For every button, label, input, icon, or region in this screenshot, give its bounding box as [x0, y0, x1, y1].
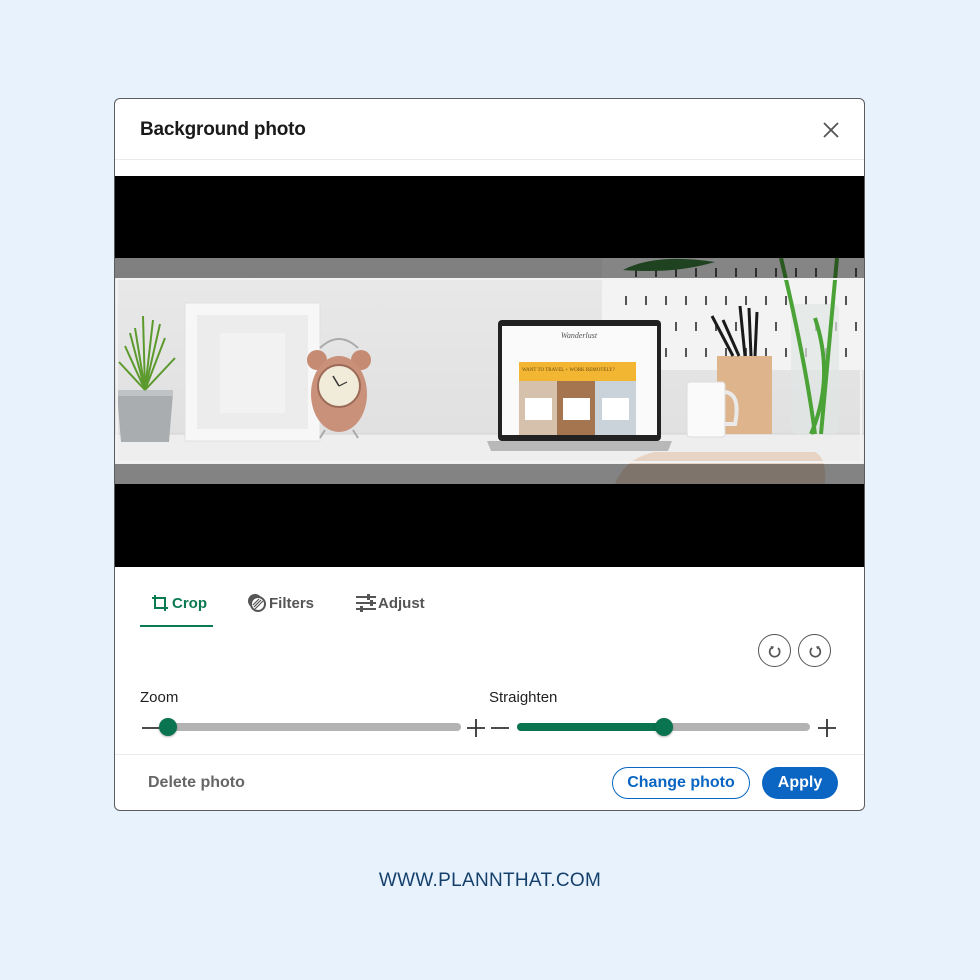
tab-crop-label: Crop: [172, 594, 207, 612]
close-button[interactable]: [820, 119, 842, 141]
crop-icon: [149, 592, 171, 614]
editor-tabs: Crop Filters Adjust: [140, 581, 425, 627]
rotate-counterclockwise-icon: [768, 645, 780, 658]
straighten-label: Straighten: [489, 689, 558, 706]
zoom-out-button[interactable]: [140, 717, 160, 739]
background-photo-dialog: Background photo Wanderlust WANT TO TRAV…: [114, 98, 865, 811]
zoom-slider: [140, 717, 490, 739]
straighten-increase-button[interactable]: [817, 717, 837, 739]
dialog-header: Background photo: [115, 99, 864, 160]
straighten-thumb[interactable]: [654, 718, 673, 736]
zoom-label: Zoom: [140, 689, 179, 706]
rotate-right-button[interactable]: [798, 634, 831, 667]
straighten-fill: [517, 723, 664, 731]
watermark-url: WWW.PLANNTHAT.COM: [378, 870, 602, 891]
dialog-footer: Delete photo Change photo Apply: [115, 754, 864, 810]
tab-crop[interactable]: Crop: [140, 581, 213, 627]
straighten-slider: [490, 717, 840, 739]
minus-icon: [142, 727, 160, 729]
tab-filters-label: Filters: [269, 594, 315, 612]
straighten-track[interactable]: [517, 718, 810, 736]
zoom-track[interactable]: [159, 718, 461, 736]
tab-adjust[interactable]: Adjust: [355, 581, 425, 625]
zoom-in-button[interactable]: [466, 717, 486, 739]
filters-icon: [246, 592, 268, 614]
dialog-title: Background photo: [140, 119, 306, 140]
change-photo-button[interactable]: Change photo: [612, 767, 750, 799]
close-icon: [823, 122, 839, 138]
straighten-decrease-button[interactable]: [490, 717, 510, 739]
photo-editor-canvas[interactable]: Wanderlust WANT TO TRAVEL + WORK REMOTEL…: [115, 176, 864, 567]
plus-icon: [818, 719, 836, 737]
apply-button[interactable]: Apply: [762, 767, 838, 799]
minus-icon: [491, 727, 509, 729]
crop-frame[interactable]: [116, 278, 862, 463]
zoom-thumb[interactable]: [159, 718, 177, 736]
delete-photo-button[interactable]: Delete photo: [148, 774, 245, 792]
tab-filters[interactable]: Filters: [246, 581, 314, 625]
rotate-left-button[interactable]: [758, 634, 791, 667]
tab-adjust-label: Adjust: [378, 594, 425, 612]
adjust-sliders-icon: [355, 592, 377, 614]
plus-icon: [467, 719, 485, 737]
rotate-clockwise-icon: [809, 645, 821, 658]
